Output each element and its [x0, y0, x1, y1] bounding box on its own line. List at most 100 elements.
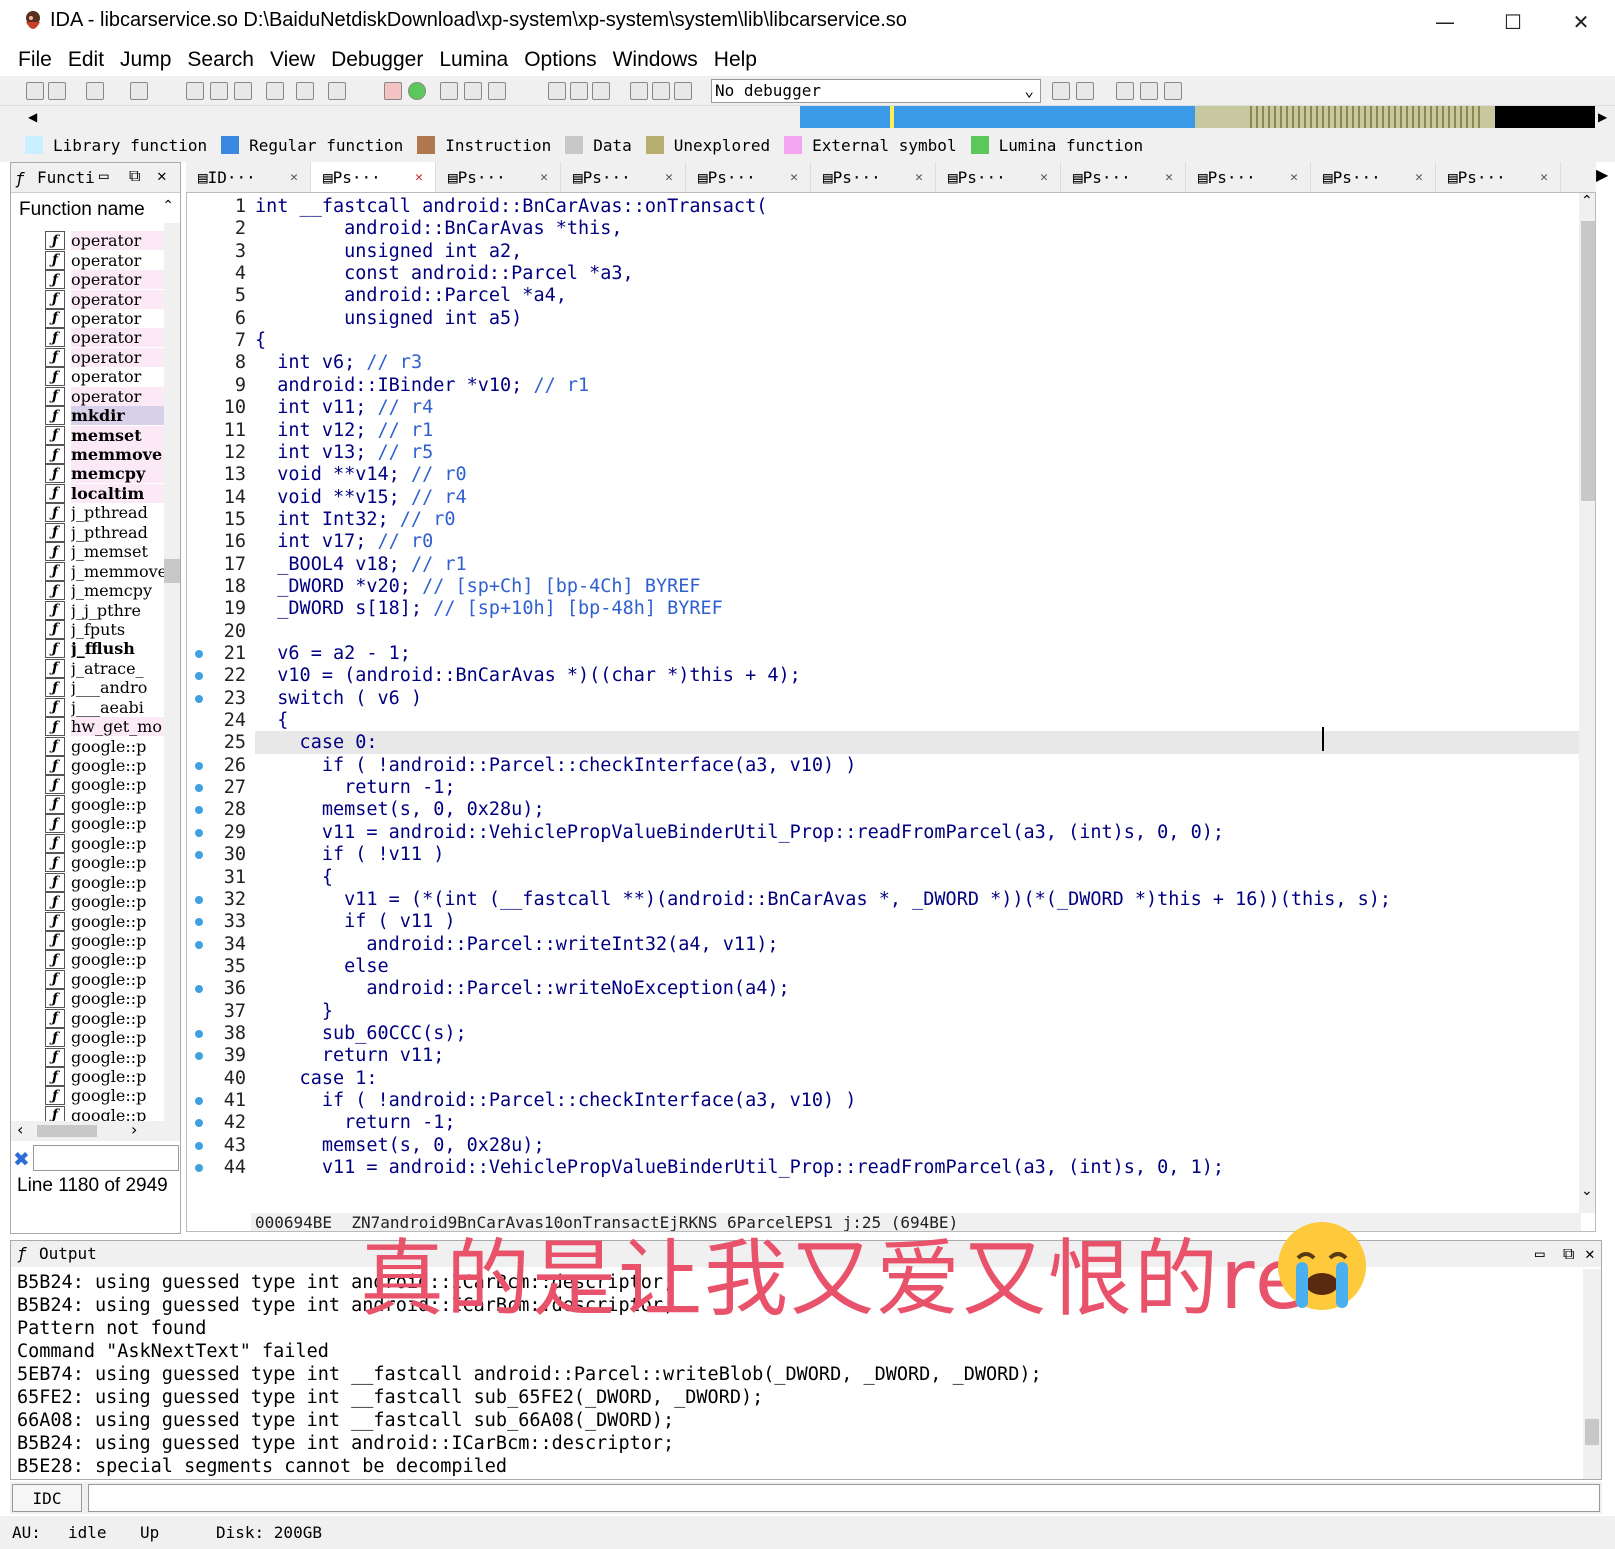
code-line[interactable]: case 0:	[255, 731, 1590, 755]
function-list-item[interactable]: ƒ j___andro	[45, 678, 165, 698]
save-icon[interactable]	[48, 82, 66, 100]
tab-close-icon[interactable]: ✕	[1290, 170, 1298, 185]
code-line[interactable]: int v12; // r1	[255, 419, 433, 442]
panel-close-icon[interactable]: ✕	[157, 166, 167, 185]
function-list-item[interactable]: ƒ mkdir	[45, 406, 165, 426]
breakpoint-dot[interactable]	[195, 1164, 203, 1173]
code-line[interactable]: int v13; // r5	[255, 441, 433, 464]
editor-tab[interactable]: ▤ Ps··· ✕	[936, 162, 1061, 192]
code-scrollbar[interactable]: ⌃ ⌄	[1579, 193, 1595, 1213]
editor-tab[interactable]: ▤ Ps··· ✕	[1311, 162, 1436, 192]
menu-debugger[interactable]: Debugger	[331, 48, 423, 72]
code-line[interactable]: void **v15; // r4	[255, 486, 466, 509]
nav-left-arrow-icon[interactable]: ◀	[28, 110, 37, 124]
tab-close-icon[interactable]: ✕	[1165, 170, 1173, 185]
function-list-item[interactable]: ƒ j_pthread	[45, 522, 165, 542]
breakpoint-icon[interactable]	[384, 82, 402, 100]
function-list-item[interactable]: ƒ j_atrace_	[45, 658, 165, 678]
debugger-select[interactable]: No debugger ⌄	[711, 79, 1041, 103]
code-line[interactable]: return v11;	[255, 1044, 445, 1067]
function-list-item[interactable]: ƒ operator	[45, 231, 165, 251]
code-line[interactable]: int v11; // r4	[255, 396, 433, 419]
scroll-up-icon[interactable]: ⌃	[1581, 193, 1593, 209]
navigation-band[interactable]: ◀ ▶	[0, 106, 1615, 128]
code-line[interactable]: {	[255, 329, 266, 352]
code-line[interactable]: unsigned int a5)	[255, 307, 522, 330]
menu-search[interactable]: Search	[187, 48, 254, 72]
code-line[interactable]: {	[255, 709, 288, 732]
forward-icon[interactable]	[130, 82, 148, 100]
run-green-icon[interactable]	[408, 82, 426, 100]
float-icon[interactable]: ⧉	[129, 166, 140, 186]
output-float-icon[interactable]: ⧉	[1563, 1241, 1574, 1267]
breakpoint-dot[interactable]	[195, 694, 203, 703]
code-scroll-thumb[interactable]	[1581, 221, 1595, 501]
restore-icon[interactable]: ▭	[99, 166, 109, 185]
breakpoint-dot[interactable]	[195, 1097, 203, 1105]
tab-close-icon[interactable]: ✕	[790, 170, 798, 185]
function-list-item[interactable]: ƒ google::p	[45, 989, 165, 1009]
editor-tab[interactable]: ▤ Ps··· ✕	[1061, 162, 1186, 192]
maximize-button[interactable]: ☐	[1478, 4, 1548, 40]
menu-lumina[interactable]: Lumina	[439, 48, 508, 72]
scroll-right-icon[interactable]: ›	[131, 1120, 137, 1139]
function-list-item[interactable]: ƒ memmove	[45, 445, 165, 465]
function-list-item[interactable]: ƒ j_fflush	[45, 639, 165, 659]
function-list-scrollbar[interactable]	[164, 223, 180, 1121]
tab-close-icon[interactable]: ✕	[1040, 170, 1048, 185]
breakpoint-dot[interactable]	[195, 895, 203, 904]
idc-language-button[interactable]: IDC	[12, 1484, 82, 1512]
editor-tab[interactable]: ▤ Ps··· ✕	[561, 162, 686, 192]
pseudocode-text[interactable]: int __fastcall android::BnCarAvas::onTra…	[255, 193, 1590, 1213]
pause-icon[interactable]	[652, 82, 670, 100]
function-name-column-header[interactable]: Function name ⌃	[11, 193, 180, 223]
function-list-scroll-thumb[interactable]	[164, 559, 180, 583]
function-list-item[interactable]: ƒ google::p	[45, 1086, 165, 1106]
code-line[interactable]: memset(s, 0, 0x28u);	[255, 1134, 545, 1157]
code-line[interactable]: }	[255, 1000, 333, 1023]
hscroll-thumb[interactable]	[37, 1125, 97, 1137]
code-line[interactable]: const android::Parcel *a3,	[255, 262, 634, 285]
breakpoint-dot[interactable]	[195, 940, 203, 949]
pseudocode-view[interactable]: 1 2 3 4 5 6 7 8 9 10 11 12 13 14 15 16 17 18 19 20 21 22 23 24 2…	[186, 192, 1596, 1232]
breakpoint-dot[interactable]	[195, 1141, 203, 1150]
function-list-item[interactable]: ƒ google::p	[45, 814, 165, 834]
attach-icon[interactable]	[1052, 82, 1070, 100]
function-list-item[interactable]: ƒ google::p	[45, 1028, 165, 1048]
code-line[interactable]: if ( !android::Parcel::checkInterface(a3…	[255, 1089, 857, 1112]
function-list-item[interactable]: ƒ google::p	[45, 833, 165, 853]
function-list-item[interactable]: ƒ google::p	[45, 736, 165, 756]
menu-jump[interactable]: Jump	[120, 48, 171, 72]
code-line[interactable]: v11 = android::VehiclePropValueBinderUti…	[255, 821, 1224, 844]
function-list-item[interactable]: ƒ memcpy	[45, 464, 165, 484]
minimize-button[interactable]: —	[1410, 4, 1480, 40]
close-button[interactable]: ✕	[1546, 4, 1615, 40]
output-scrollbar[interactable]	[1583, 1269, 1601, 1479]
code-line[interactable]: if ( !android::Parcel::checkInterface(a3…	[255, 754, 857, 777]
code-line[interactable]: _DWORD *v20; // [sp+Ch] [bp-4Ch] BYREF	[255, 575, 700, 598]
layout2-icon[interactable]	[1140, 82, 1158, 100]
function-list-item[interactable]: ƒ google::p	[45, 969, 165, 989]
scroll-down-icon[interactable]: ⌄	[1581, 1183, 1593, 1199]
detach-icon[interactable]	[1076, 82, 1094, 100]
breakpoint-dot[interactable]	[195, 828, 203, 837]
function-list-item[interactable]: ƒ j_memcpy	[45, 581, 165, 601]
play-icon[interactable]	[630, 82, 648, 100]
function-list-item[interactable]: ƒ google::p	[45, 872, 165, 892]
function-list-item[interactable]: ƒ google::p	[45, 1008, 165, 1028]
function-list-item[interactable]: ƒ hw_get_mo	[45, 717, 165, 737]
code-line[interactable]: else	[255, 955, 389, 978]
function-list-item[interactable]: ƒ operator	[45, 289, 165, 309]
code-line[interactable]: return -1;	[255, 1111, 455, 1134]
function-list-item[interactable]: ƒ j_fputs	[45, 619, 165, 639]
function-list-item[interactable]: ƒ google::p	[45, 892, 165, 912]
output-restore-icon[interactable]: ▭	[1535, 1241, 1545, 1267]
tab-close-icon[interactable]: ✕	[415, 170, 423, 185]
names-icon[interactable]	[464, 82, 482, 100]
code-line[interactable]: android::Parcel::writeInt32(a4, v11);	[255, 933, 778, 956]
function-list-item[interactable]: ƒ google::p	[45, 1047, 165, 1067]
code-line[interactable]: android::Parcel *a4,	[255, 284, 567, 307]
function-list-item[interactable]: ƒ operator	[45, 270, 165, 290]
function-list-item[interactable]: ƒ google::p	[45, 794, 165, 814]
code-icon[interactable]	[548, 82, 566, 100]
